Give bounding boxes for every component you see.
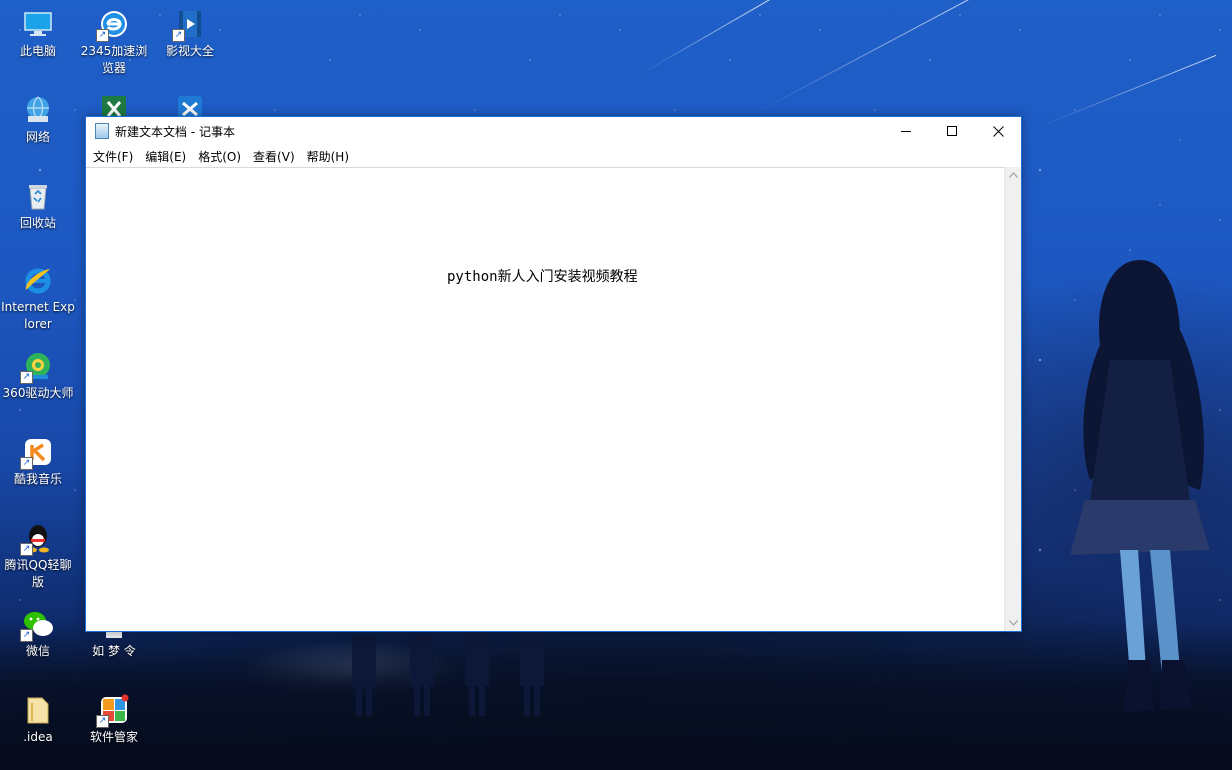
close-button[interactable] <box>975 117 1021 145</box>
notepad-window[interactable]: 新建文本文档 - 记事本 文件(F) 编辑(E) 格式(O) 查看(V) 帮助(… <box>85 116 1022 632</box>
vertical-scrollbar[interactable] <box>1004 167 1021 631</box>
qq-icon: ↗ <box>20 522 54 556</box>
network-icon <box>22 94 54 126</box>
recycle-bin-icon <box>22 180 54 212</box>
music-icon: ↗ <box>20 436 54 470</box>
notepad-titlebar[interactable]: 新建文本文档 - 记事本 <box>86 117 1021 145</box>
notepad-icon <box>95 123 109 139</box>
menu-help[interactable]: 帮助(H) <box>302 148 356 165</box>
window-title: 新建文本文档 - 记事本 <box>115 124 235 139</box>
scroll-down-button[interactable] <box>1005 615 1021 631</box>
desktop-icon-idea-folder[interactable]: .idea <box>0 694 76 746</box>
desktop-icon-recycle-bin[interactable]: 回收站 <box>0 180 76 232</box>
editor-content[interactable]: python新人入门安装视频教程 <box>447 266 638 286</box>
minimize-button[interactable] <box>883 117 929 145</box>
browser-icon: ↗ <box>96 8 130 42</box>
computer-icon <box>22 8 54 40</box>
desktop-icon-wechat[interactable]: ↗ 微信 <box>0 608 76 660</box>
menu-edit[interactable]: 编辑(E) <box>140 148 193 165</box>
driver-icon: ↗ <box>20 350 54 384</box>
chevron-up-icon <box>1008 172 1018 178</box>
desktop-icon-internet-explorer[interactable]: Internet Explorer <box>0 264 76 333</box>
menu-view[interactable]: 查看(V) <box>248 148 302 165</box>
maximize-icon <box>946 125 957 136</box>
desktop-icon-360-driver[interactable]: ↗ 360驱动大师 <box>0 350 76 402</box>
desktop-icon-video[interactable]: ↗ 影视大全 <box>152 8 228 60</box>
desktop-icon-kuwo-music[interactable]: ↗ 酷我音乐 <box>0 436 76 488</box>
wallpaper-ground <box>0 620 1232 770</box>
maximize-button[interactable] <box>929 117 975 145</box>
desktop-icon-network[interactable]: 网络 <box>0 94 76 146</box>
menu-file[interactable]: 文件(F) <box>88 148 140 165</box>
chevron-down-icon <box>1008 620 1018 626</box>
folder-icon <box>22 694 54 726</box>
wechat-icon: ↗ <box>20 608 54 642</box>
ie-icon <box>22 264 54 296</box>
desktop-icon-software-manager[interactable]: ↗ 软件管家 <box>76 694 152 746</box>
desktop-icon-this-pc[interactable]: 此电脑 <box>0 8 76 60</box>
desktop-icon-2345-browser[interactable]: ↗ 2345加速浏览器 <box>76 8 152 77</box>
minimize-icon <box>900 130 911 132</box>
wallpaper-small-figures <box>352 636 544 716</box>
close-icon <box>992 125 1004 137</box>
desktop-icon-qq[interactable]: ↗ 腾讯QQ轻聊版 <box>0 522 76 591</box>
video-icon: ↗ <box>172 8 206 42</box>
text-editor-area[interactable]: python新人入门安装视频教程 <box>86 167 1005 631</box>
software-manager-icon: ↗ <box>96 694 130 728</box>
scroll-up-button[interactable] <box>1005 167 1021 183</box>
menu-format[interactable]: 格式(O) <box>193 148 248 165</box>
menubar: 文件(F) 编辑(E) 格式(O) 查看(V) 帮助(H) <box>86 145 1021 167</box>
wallpaper-girl-figure <box>1070 260 1210 712</box>
